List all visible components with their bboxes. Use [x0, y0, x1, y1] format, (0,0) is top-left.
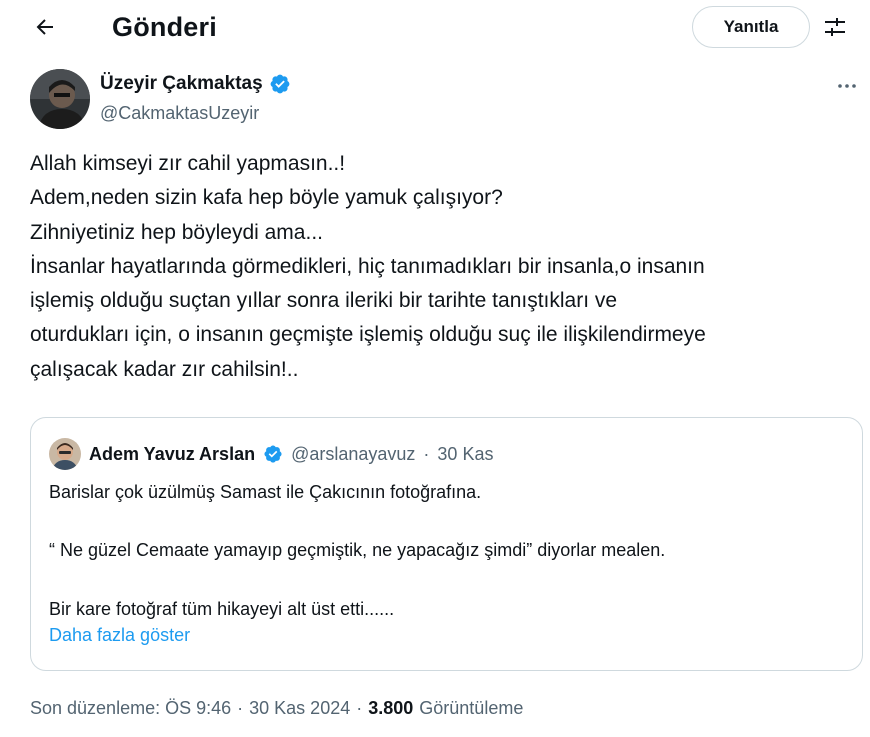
more-icon: [838, 84, 856, 88]
arrow-left-icon: [36, 19, 53, 35]
page-title: Gönderi: [112, 12, 217, 42]
author-handle[interactable]: @CakmaktasUzeyir: [100, 103, 259, 124]
author-name[interactable]: Üzeyir Çakmaktaş: [100, 73, 263, 95]
reply-button[interactable]: Yanıtla: [692, 6, 810, 48]
author-name-row: Üzeyir Çakmaktaş: [100, 73, 291, 95]
views-count: 3.800: [368, 698, 414, 718]
quoted-author-handle[interactable]: @arslanayavuz: [291, 444, 415, 465]
page-header: Gönderi Yanıtla: [0, 0, 870, 53]
quoted-post-line: Bir kare fotoğraf tüm hikayeyi alt üst e…: [49, 599, 395, 619]
sliders-icon: [825, 18, 845, 36]
show-more-link[interactable]: Daha fazla göster: [49, 625, 190, 646]
post-line: çalışacak kadar zır cahilsin!..: [30, 357, 299, 381]
quoted-post[interactable]: Adem Yavuz Arslan @arslanayavuz · 30 Kas…: [30, 417, 863, 671]
post-author: Üzeyir Çakmaktaş @CakmaktasUzeyir: [30, 69, 860, 131]
post-line: Adem,neden sizin kafa hep böyle yamuk ça…: [30, 186, 503, 210]
verified-badge-icon: [270, 74, 290, 94]
edited-time[interactable]: Son düzenleme: ÖS 9:46: [30, 698, 231, 719]
quoted-author-avatar[interactable]: [49, 438, 81, 470]
separator-dot: ·: [423, 443, 430, 464]
settings-button[interactable]: [820, 12, 850, 42]
quoted-post-date[interactable]: 30 Kas: [437, 444, 493, 465]
author-avatar[interactable]: [30, 69, 90, 129]
verified-badge-icon: [264, 445, 282, 463]
quoted-author-name[interactable]: Adem Yavuz Arslan: [89, 444, 255, 465]
post-date[interactable]: 30 Kas 2024: [249, 698, 350, 719]
post-line: Allah kimseyi zır cahil yapmasın..!: [30, 152, 346, 175]
post-line: işlemiş olduğu suçtan yıllar sonra ileri…: [30, 289, 618, 313]
post-text: Allah kimseyi zır cahil yapmasın..! Adem…: [30, 147, 860, 387]
quoted-post-line: Barislar çok üzülmüş Samast ile Çakıcını…: [49, 482, 482, 502]
more-options-button[interactable]: [830, 69, 864, 103]
post-metadata: Son düzenleme: ÖS 9:46 · 30 Kas 2024 · 3…: [30, 698, 523, 719]
post-line: oturdukları için, o insanın geçmişte işl…: [30, 323, 706, 347]
quoted-post-line: “ Ne güzel Cemaate yamayıp geçmiştik, ne…: [49, 540, 666, 560]
views-label: Görüntüleme: [419, 698, 524, 718]
post-line: Zihniyetiniz hep böyleydi ama...: [30, 220, 323, 244]
back-button[interactable]: [28, 10, 62, 44]
separator-dot: ·: [237, 698, 244, 718]
post-line: İnsanlar hayatlarında görmedikleri, hiç …: [30, 254, 705, 278]
separator-dot: ·: [356, 698, 363, 718]
quoted-post-header: Adem Yavuz Arslan @arslanayavuz · 30 Kas: [49, 438, 493, 470]
